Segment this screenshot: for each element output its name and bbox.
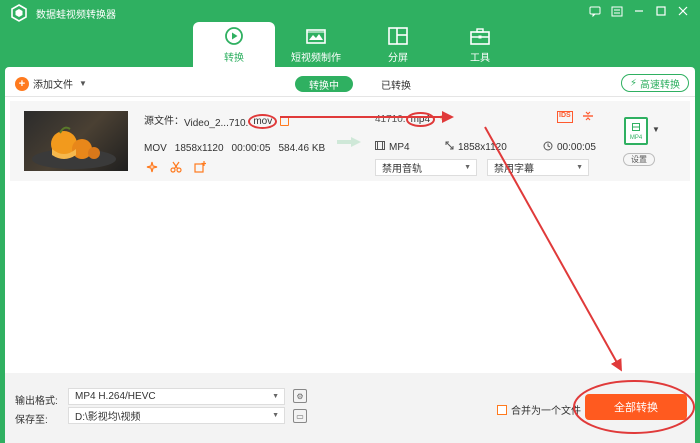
file-row: 源文件：Video_2...710. mov MOV 1858x1120 00:0… [10, 101, 690, 181]
message-icon[interactable] [586, 2, 604, 20]
subtitle-value: 禁用字幕 [494, 164, 534, 175]
high-speed-button[interactable]: ⚡ 高速转换 [620, 74, 689, 92]
save-path-value: D:\影视均\视频 [75, 412, 141, 423]
menu-icon[interactable] [608, 2, 626, 20]
output-file-name: 41710. [375, 114, 406, 125]
output-format-value: MP4 H.264/HEVC [75, 391, 156, 402]
toolbar: + 添加文件 ▼ 转换中 已转换 ⚡ 高速转换 [5, 67, 695, 97]
tab-tools-label: 工具 [470, 52, 490, 64]
chevron-down-icon[interactable]: ▼ [79, 79, 87, 88]
save-path-select[interactable]: D:\影视均\视频 ▼ [68, 407, 285, 424]
source-resolution: 1858x1120 [174, 143, 224, 154]
resize-icon [445, 141, 454, 153]
rename-icon[interactable]: ✎ [439, 114, 447, 124]
edit-video-icon[interactable] [194, 161, 206, 176]
video-thumbnail[interactable] [24, 111, 128, 171]
chevron-down-icon: ▼ [272, 412, 279, 419]
tab-short-video-label: 短视频制作 [291, 52, 341, 64]
audio-track-value: 禁用音轨 [382, 164, 422, 175]
source-meta: MOV 1858x1120 00:00:05 584.46 KB [144, 143, 325, 154]
ids-icon[interactable]: IDS [557, 111, 573, 123]
tab-split-screen[interactable]: 分屏 [357, 22, 439, 67]
folder-icon[interactable]: ▭ [293, 409, 307, 423]
lightning-icon: ⚡ [629, 77, 637, 89]
output-format-select[interactable]: MP4 H.264/HEVC ▼ [68, 388, 285, 405]
bottom-bar: 输出格式: MP4 H.264/HEVC ▼ ⚙ 保存至: D:\影视均\视频 … [5, 373, 695, 443]
audio-track-select[interactable]: 禁用音轨 ▼ [375, 159, 477, 176]
convert-icon [224, 26, 244, 46]
source-file-label: 源文件：Video_2...710. mov [144, 112, 290, 129]
title-bar: 数据蛙视频转换器 转换 短视频制作 分屏 工具 [0, 0, 700, 67]
add-icon: + [15, 76, 29, 91]
output-format-badge[interactable]: MP4 [624, 117, 648, 145]
tab-short-video[interactable]: 短视频制作 [275, 22, 357, 67]
add-file-button[interactable]: + 添加文件 ▼ [15, 76, 87, 91]
output-file-ext: mp4 [405, 112, 436, 127]
settings-button[interactable]: 设置 [623, 153, 655, 166]
split-screen-icon [388, 26, 408, 46]
source-duration: 00:00:05 [231, 143, 271, 154]
convert-arrow-icon [337, 137, 361, 147]
main-nav: 转换 短视频制作 分屏 工具 [193, 22, 521, 67]
toolbox-icon [470, 26, 490, 46]
tab-converting[interactable]: 转换中 [295, 76, 353, 92]
chevron-down-icon: ▼ [272, 393, 279, 400]
merge-option[interactable]: 合并为一个文件 [497, 402, 581, 417]
output-format-label: 输出格式: [15, 396, 58, 407]
output-format: MP4 [389, 141, 410, 153]
source-file-ext: mov [248, 114, 278, 129]
output-duration: 00:00:05 [557, 142, 596, 153]
clock-icon [543, 141, 553, 154]
high-speed-label: 高速转换 [640, 79, 680, 91]
tab-convert-label: 转换 [224, 52, 244, 64]
maximize-icon[interactable] [652, 2, 670, 20]
app-title: 数据蛙视频转换器 [36, 10, 116, 21]
source-prefix: 源文件： [144, 116, 184, 127]
source-file-name: Video_2...710. [184, 118, 249, 129]
row-actions: IDS [557, 111, 593, 123]
output-resolution: 1858x1120 [458, 141, 507, 153]
convert-all-button[interactable]: 全部转换 [585, 394, 687, 420]
tab-tools[interactable]: 工具 [439, 22, 521, 67]
source-format: MOV [144, 143, 167, 154]
subtitle-select[interactable]: 禁用字幕 ▼ [487, 159, 589, 176]
format-badge-label: MP4 [629, 135, 643, 141]
source-size: 584.46 KB [278, 143, 326, 154]
minimize-icon[interactable] [630, 2, 648, 20]
tab-split-screen-label: 分屏 [388, 52, 408, 64]
tab-convert[interactable]: 转换 [193, 22, 275, 67]
chevron-down-icon: ▼ [576, 164, 583, 171]
merge-label: 合并为一个文件 [511, 406, 581, 417]
source-tools [146, 161, 206, 176]
source-info-icon[interactable] [280, 116, 290, 126]
chevron-down-icon: ▼ [464, 164, 471, 171]
app-logo-icon [10, 4, 28, 22]
cut-icon[interactable] [170, 161, 182, 176]
format-chevron-down-icon[interactable]: ▼ [652, 125, 660, 134]
short-video-icon [306, 26, 326, 46]
film-icon [375, 141, 385, 153]
main-panel: + 添加文件 ▼ 转换中 已转换 ⚡ 高速转换 源文件：Video_2...71… [5, 67, 695, 373]
save-to-label: 保存至: [15, 415, 48, 426]
add-file-label: 添加文件 [33, 80, 73, 91]
output-file-label: 41710. mp4 ✎ [375, 112, 447, 127]
enhance-icon[interactable] [146, 161, 158, 176]
compress-icon[interactable] [582, 111, 593, 123]
tab-converted[interactable]: 已转换 [367, 76, 425, 92]
format-settings-icon[interactable]: ⚙ [293, 389, 307, 403]
close-icon[interactable] [674, 2, 692, 20]
status-tabs: 转换中 已转换 [295, 76, 425, 92]
merge-checkbox[interactable] [497, 404, 507, 415]
